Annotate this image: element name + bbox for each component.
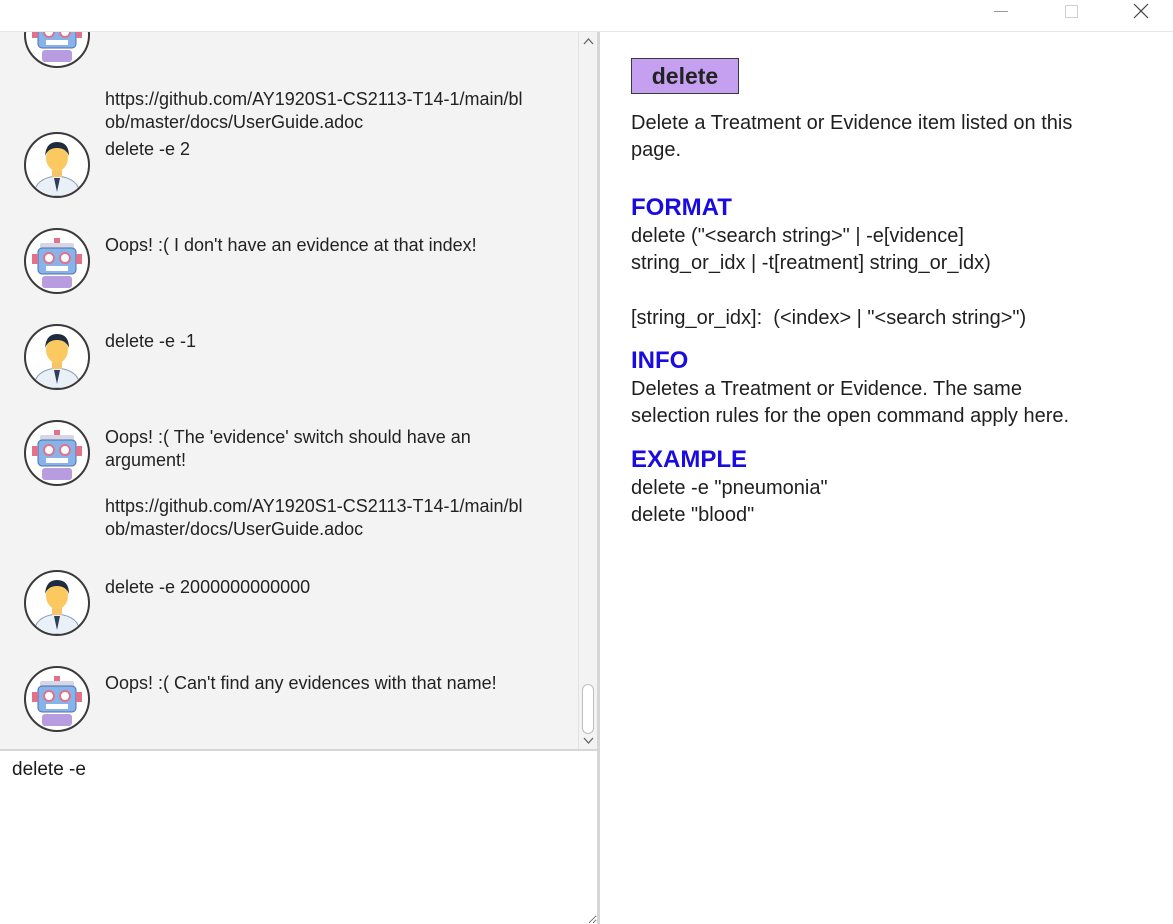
- message-text: https://github.com/AY1920S1-CS2113-T14-1…: [105, 89, 523, 132]
- window-titlebar: [0, 0, 1173, 32]
- maximize-icon: [1064, 4, 1078, 18]
- example-line: delete -e "pneumonia": [631, 477, 828, 499]
- chevron-up-icon: [583, 37, 594, 44]
- chat-scrollbar[interactable]: [578, 32, 597, 749]
- message-text: delete -e 2000000000000: [105, 577, 311, 597]
- message-text: delete -e 2: [105, 139, 191, 159]
- robot-avatar-icon: [24, 420, 90, 486]
- minimize-button[interactable]: [978, 0, 1024, 22]
- robot-avatar-icon: [24, 666, 90, 732]
- scroll-down-button[interactable]: [583, 735, 594, 746]
- format-text: delete ("<search string>" | -e[vidence] …: [631, 225, 991, 274]
- chat-panel: https://github.com/AY1920S1-CS2113-T14-1…: [0, 32, 578, 749]
- robot-avatar-icon: [24, 228, 90, 294]
- scroll-thumb[interactable]: [582, 684, 594, 734]
- format-heading: FORMAT: [631, 194, 732, 221]
- command-name-badge: delete: [631, 58, 739, 94]
- close-button[interactable]: [1118, 0, 1164, 22]
- help-panel: delete Delete a Treatment or Evidence it…: [600, 32, 1173, 924]
- user-avatar-icon: [24, 132, 90, 198]
- minimize-icon: [994, 10, 1008, 12]
- command-input[interactable]: [0, 751, 597, 924]
- maximize-button[interactable]: [1048, 0, 1094, 22]
- info-text: Deletes a Treatment or Evidence. The sam…: [631, 378, 1070, 427]
- message-text: Oops! :( I don't have an evidence at tha…: [105, 235, 477, 255]
- close-icon: [1133, 3, 1149, 19]
- message-text: Oops! :( The 'evidence' switch should ha…: [105, 427, 523, 539]
- format-note: [string_or_idx]: (<index> | "<search str…: [631, 307, 1027, 329]
- user-avatar-icon: [24, 570, 90, 636]
- command-description: Delete a Treatment or Evidence item list…: [631, 112, 1073, 161]
- robot-avatar-icon: [24, 32, 90, 68]
- scroll-up-button[interactable]: [583, 35, 594, 46]
- message-text: delete -e -1: [105, 331, 197, 351]
- message-text: Oops! :( Can't find any evidences with t…: [105, 673, 497, 693]
- example-line: delete "blood": [631, 504, 755, 526]
- info-heading: INFO: [631, 347, 689, 374]
- example-heading: EXAMPLE: [631, 446, 748, 473]
- user-avatar-icon: [24, 324, 90, 390]
- chevron-down-icon: [583, 737, 594, 744]
